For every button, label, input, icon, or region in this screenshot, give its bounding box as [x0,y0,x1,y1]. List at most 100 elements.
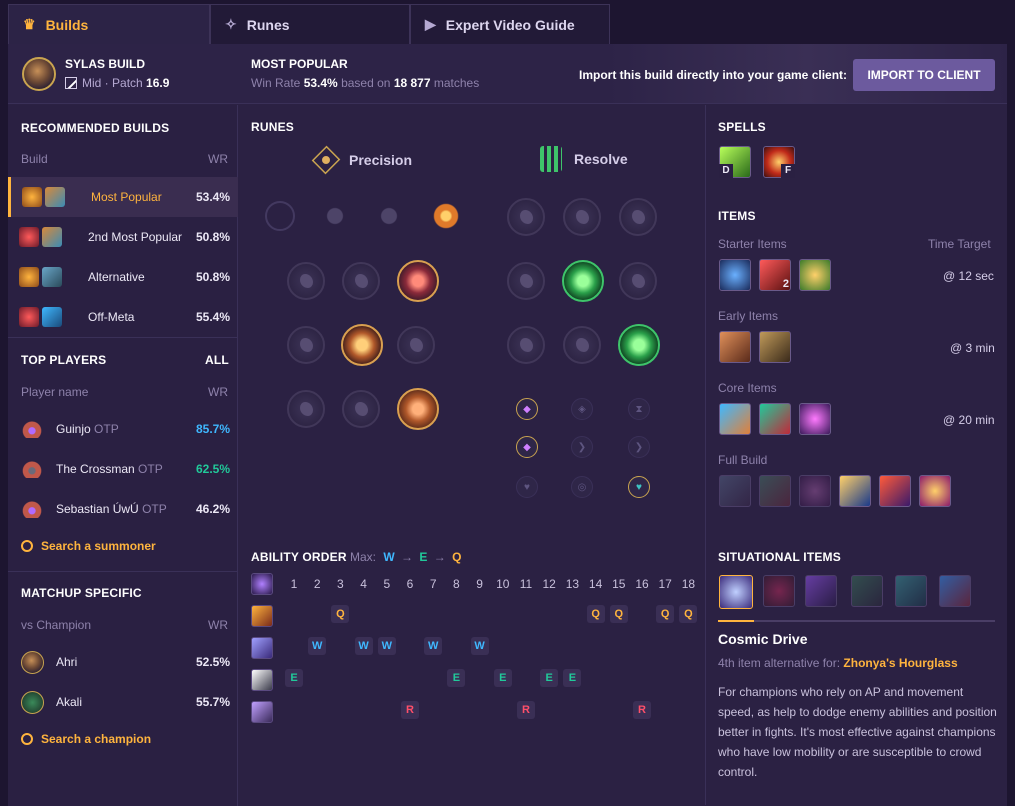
rune-option[interactable] [507,326,545,364]
winrate-label: Win Rate [251,76,301,90]
build-name: Most Popular [91,190,162,204]
build-row-off-meta[interactable]: Off-Meta 55.4% [8,297,238,337]
shard-move-speed-icon[interactable]: ❯ [571,436,593,458]
core-item-2-icon[interactable] [759,403,791,435]
zhonyas-hourglass-icon[interactable] [839,475,871,507]
passive-icon [251,573,273,595]
rune-selected[interactable] [562,260,604,302]
conqueror-keystone-selected[interactable] [428,198,464,234]
situational-item-icon[interactable] [851,575,883,607]
full-item-1-icon[interactable] [719,475,751,507]
tab-runes[interactable]: ✧ Runes [210,4,410,44]
rune-selected[interactable] [397,388,439,430]
rune-selected[interactable] [341,324,383,366]
matches-value: 18 877 [393,76,431,90]
r-ability-icon [251,701,273,723]
rune-option[interactable] [563,198,601,236]
matchup-row[interactable]: Akali 55.7% [8,682,238,722]
situational-item-icon[interactable] [763,575,795,607]
full-item-6-icon[interactable] [919,475,951,507]
skill-e-level-box: E [493,669,512,687]
situational-item-name: Cosmic Drive [718,631,808,647]
player-row[interactable]: Guinjo OTP 85.7% [8,409,238,449]
patch-label: Patch [112,76,143,90]
alt-item-name: Zhonya's Hourglass [843,656,958,670]
tab-builds[interactable]: ♛ Builds [8,4,210,44]
level-number: 5 [383,577,391,591]
search-icon [21,540,33,552]
shard-adaptive-icon[interactable]: ◆ [516,436,538,458]
build-row-most-popular[interactable]: Most Popular 53.4% [8,177,238,217]
import-text: Import this build directly into your gam… [579,68,848,82]
player-row[interactable]: Sebastian ÚwÚ OTP 46.2% [8,489,238,529]
health-potion-icon[interactable]: 2 [759,259,791,291]
rune-option[interactable] [507,262,545,300]
build-name: 2nd Most Popular [88,230,183,244]
col-wr: WR [208,152,228,166]
mid-lane-icon [65,77,77,89]
rune-option[interactable] [619,198,657,236]
amplifying-tome-icon[interactable] [719,331,751,363]
build-row-2nd-most-popular[interactable]: 2nd Most Popular 50.8% [8,217,238,257]
full-item-5-icon[interactable] [879,475,911,507]
situational-items-title: SITUATIONAL ITEMS [718,550,841,564]
matchup-wr: 55.7% [195,695,230,709]
search-champion-link[interactable]: Search a champion [21,732,151,746]
rune-option[interactable] [342,390,380,428]
w-ability-icon [251,637,273,659]
situational-description: For champions who rely on AP and movemen… [718,685,997,779]
shard-tenacity-icon[interactable]: ◎ [571,476,593,498]
core-item-1-icon[interactable] [719,403,751,435]
dark-seal-icon[interactable] [719,259,751,291]
ghost-spell-icon[interactable]: D [719,146,751,178]
build-wr: 53.4% [195,190,230,204]
shard-health-scaling-icon[interactable]: ❯ [628,436,650,458]
keystone-option[interactable] [320,201,350,231]
build-row-alternative[interactable]: Alternative 50.8% [8,257,238,297]
full-item-2-icon[interactable] [759,475,791,507]
matchup-row[interactable]: Ahri 52.5% [8,642,238,682]
situational-item-icon[interactable] [805,575,837,607]
player-row[interactable]: The Crossman OTP 62.5% [8,449,238,489]
shard-health-icon[interactable]: ♥ [516,476,538,498]
cosmic-drive-icon[interactable] [719,575,753,609]
shard-attack-speed-icon[interactable]: ◈ [571,398,593,420]
rune-option[interactable] [507,198,545,236]
search-summoner-link[interactable]: Search a summoner [21,539,156,553]
keystone-option[interactable] [374,201,404,231]
rune-option[interactable] [619,262,657,300]
rune-option[interactable] [287,390,325,428]
primary-tree: Precision [311,145,413,175]
stealth-ward-icon[interactable] [799,259,831,291]
rune-option[interactable] [397,326,435,364]
champion-avatar [22,57,56,91]
shard-adaptive-icon[interactable]: ◆ [516,398,538,420]
shard-health-scaling-icon[interactable]: ♥ [628,476,650,498]
shard-haste-icon[interactable]: ⧗ [628,398,650,420]
player-tag: OTP [142,502,167,516]
left-sidebar: RECOMMENDED BUILDS Build WR Most Popular… [8,105,238,806]
rune-option[interactable] [563,326,601,364]
champion-avatar [21,691,44,714]
rune-selected[interactable] [397,260,439,302]
precision-rune-icon [22,187,42,207]
import-to-client-button[interactable]: IMPORT TO CLIENT [853,59,995,91]
full-item-3-icon[interactable] [799,475,831,507]
rune-option[interactable] [342,262,380,300]
flash-spell-icon[interactable]: F [763,146,795,178]
tab-expert-video-guide[interactable]: ▶ Expert Video Guide [410,4,610,44]
matchup-name: Ahri [56,655,78,669]
rune-option[interactable] [287,262,325,300]
rune-selected[interactable] [618,324,660,366]
top-players-all-link[interactable]: ALL [205,353,229,367]
situational-item-icon[interactable] [895,575,927,607]
situational-item-icon[interactable] [939,575,971,607]
rune-option[interactable] [287,326,325,364]
primary-tree-label: Precision [349,152,413,168]
level-number: 4 [360,577,367,591]
boots-icon[interactable] [759,331,791,363]
level-number: 15 [612,577,626,591]
keystone-option[interactable] [265,201,295,231]
core-item-3-icon[interactable] [799,403,831,435]
ability-order-title: ABILITY ORDER [251,550,347,564]
